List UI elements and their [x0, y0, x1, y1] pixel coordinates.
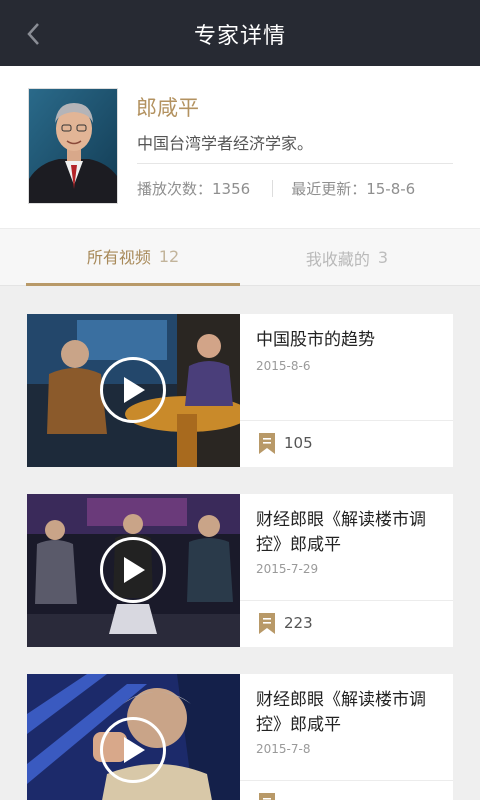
- card-divider: [240, 780, 453, 781]
- play-button[interactable]: [100, 717, 166, 783]
- tab-favorites-label: 我收藏的: [305, 249, 370, 269]
- tab-all-videos-count: 12: [158, 246, 180, 266]
- tab-favorites-count: 3: [377, 248, 389, 267]
- video-thumbnail: [27, 674, 240, 800]
- bookmark-icon[interactable]: [259, 433, 275, 454]
- tab-all-videos-label: 所有视频: [86, 248, 151, 267]
- favorite-count: 223: [284, 614, 313, 632]
- video-thumbnail: [27, 494, 240, 647]
- video-date: 2015-7-8: [256, 742, 311, 756]
- tab-all-videos[interactable]: 所有视频 12: [26, 229, 240, 286]
- card-divider: [240, 600, 453, 601]
- play-button[interactable]: [100, 357, 166, 423]
- video-title: 财经郎眼《解读楼市调控》郎咸平: [256, 690, 426, 735]
- card-divider: [240, 420, 453, 421]
- bookmark-icon[interactable]: [259, 793, 275, 800]
- bookmark-icon[interactable]: [259, 613, 275, 634]
- stats-separator: [272, 180, 274, 197]
- video-tabs: 所有视频 12 我收藏的 3: [0, 228, 480, 286]
- expert-profile: 郎咸平 中国台湾学者经济学家。 播放次数： 1356 最近更新： 15-8-6: [0, 66, 480, 228]
- play-icon: [124, 737, 145, 763]
- video-date: 2015-8-6: [256, 359, 311, 373]
- play-button[interactable]: [100, 537, 166, 603]
- video-title: 财经郎眼《解读楼市调控》郎咸平: [256, 510, 426, 555]
- play-icon: [124, 377, 145, 403]
- last-updated-label: 最近更新：: [291, 180, 367, 198]
- expert-stats: 播放次数： 1356 最近更新： 15-8-6: [137, 178, 453, 199]
- top-bar: 专家详情: [0, 0, 480, 66]
- profile-divider: [137, 163, 453, 164]
- expert-avatar: [28, 88, 118, 204]
- video-card[interactable]: 财经郎眼《解读楼市调控》郎咸平 2015-7-8: [27, 674, 453, 800]
- play-icon: [124, 557, 145, 583]
- video-card[interactable]: 中国股市的趋势 2015-8-6 105: [27, 314, 453, 467]
- favorite-count: 105: [284, 434, 313, 452]
- video-card[interactable]: 财经郎眼《解读楼市调控》郎咸平 2015-7-29 223: [27, 494, 453, 647]
- expert-name: 郎咸平: [136, 96, 199, 120]
- page-title: 专家详情: [193, 24, 286, 49]
- video-title: 中国股市的趋势: [256, 330, 375, 350]
- play-count-value: 1356: [212, 179, 251, 198]
- video-date: 2015-7-29: [256, 562, 319, 576]
- tab-favorites[interactable]: 我收藏的 3: [240, 229, 454, 286]
- last-updated-value: 15-8-6: [366, 179, 416, 198]
- play-count-label: 播放次数：: [137, 180, 213, 198]
- video-thumbnail: [27, 314, 240, 467]
- expert-description: 中国台湾学者经济学家。: [137, 134, 314, 153]
